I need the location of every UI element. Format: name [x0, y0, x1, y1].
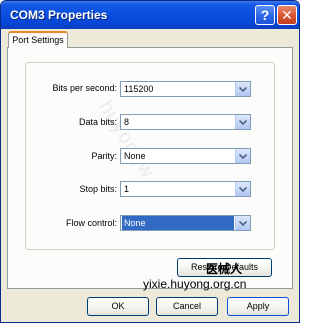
chevron-down-icon[interactable]	[235, 182, 250, 196]
data-bits-value: 8	[124, 117, 130, 127]
chevron-down-icon[interactable]	[235, 149, 250, 163]
bits-per-second-select[interactable]: 115200	[120, 81, 251, 97]
parity-label: Parity:	[91, 151, 117, 161]
properties-dialog: COM3 Properties ? ✕ Port Settings huyong…	[0, 0, 300, 323]
ok-button[interactable]: OK	[87, 297, 149, 316]
tab-port-settings[interactable]: Port Settings	[8, 31, 68, 48]
chevron-down-icon[interactable]	[235, 115, 250, 129]
help-button[interactable]: ?	[255, 5, 275, 25]
flow-control-label: Flow control:	[65, 218, 117, 228]
help-icon: ?	[260, 7, 270, 23]
cancel-button[interactable]: Cancel	[156, 297, 218, 316]
chevron-down-icon[interactable]	[235, 216, 250, 230]
title-bar[interactable]: COM3 Properties ? ✕	[1, 1, 299, 29]
bits-per-second-label: Bits per second:	[52, 83, 117, 93]
watermark-stamp: 医械人	[206, 262, 243, 276]
window-title: COM3 Properties	[10, 8, 108, 22]
stop-bits-label: Stop bits:	[79, 184, 117, 194]
stop-bits-select[interactable]: 1	[120, 181, 251, 197]
parity-select[interactable]: None	[120, 148, 251, 164]
flow-control-value: None	[122, 216, 234, 230]
chevron-down-icon[interactable]	[235, 82, 250, 96]
data-bits-label: Data bits:	[78, 117, 117, 127]
flow-control-select[interactable]: None	[120, 215, 251, 231]
close-icon: ✕	[281, 7, 293, 23]
data-bits-select[interactable]: 8	[120, 114, 251, 130]
watermark-site: yixie.huyong.org.cn	[143, 277, 247, 291]
parity-value: None	[124, 151, 146, 161]
stop-bits-value: 1	[124, 184, 130, 194]
close-button[interactable]: ✕	[277, 5, 297, 25]
apply-button[interactable]: Apply	[227, 297, 289, 316]
bits-per-second-value: 115200	[124, 84, 154, 94]
